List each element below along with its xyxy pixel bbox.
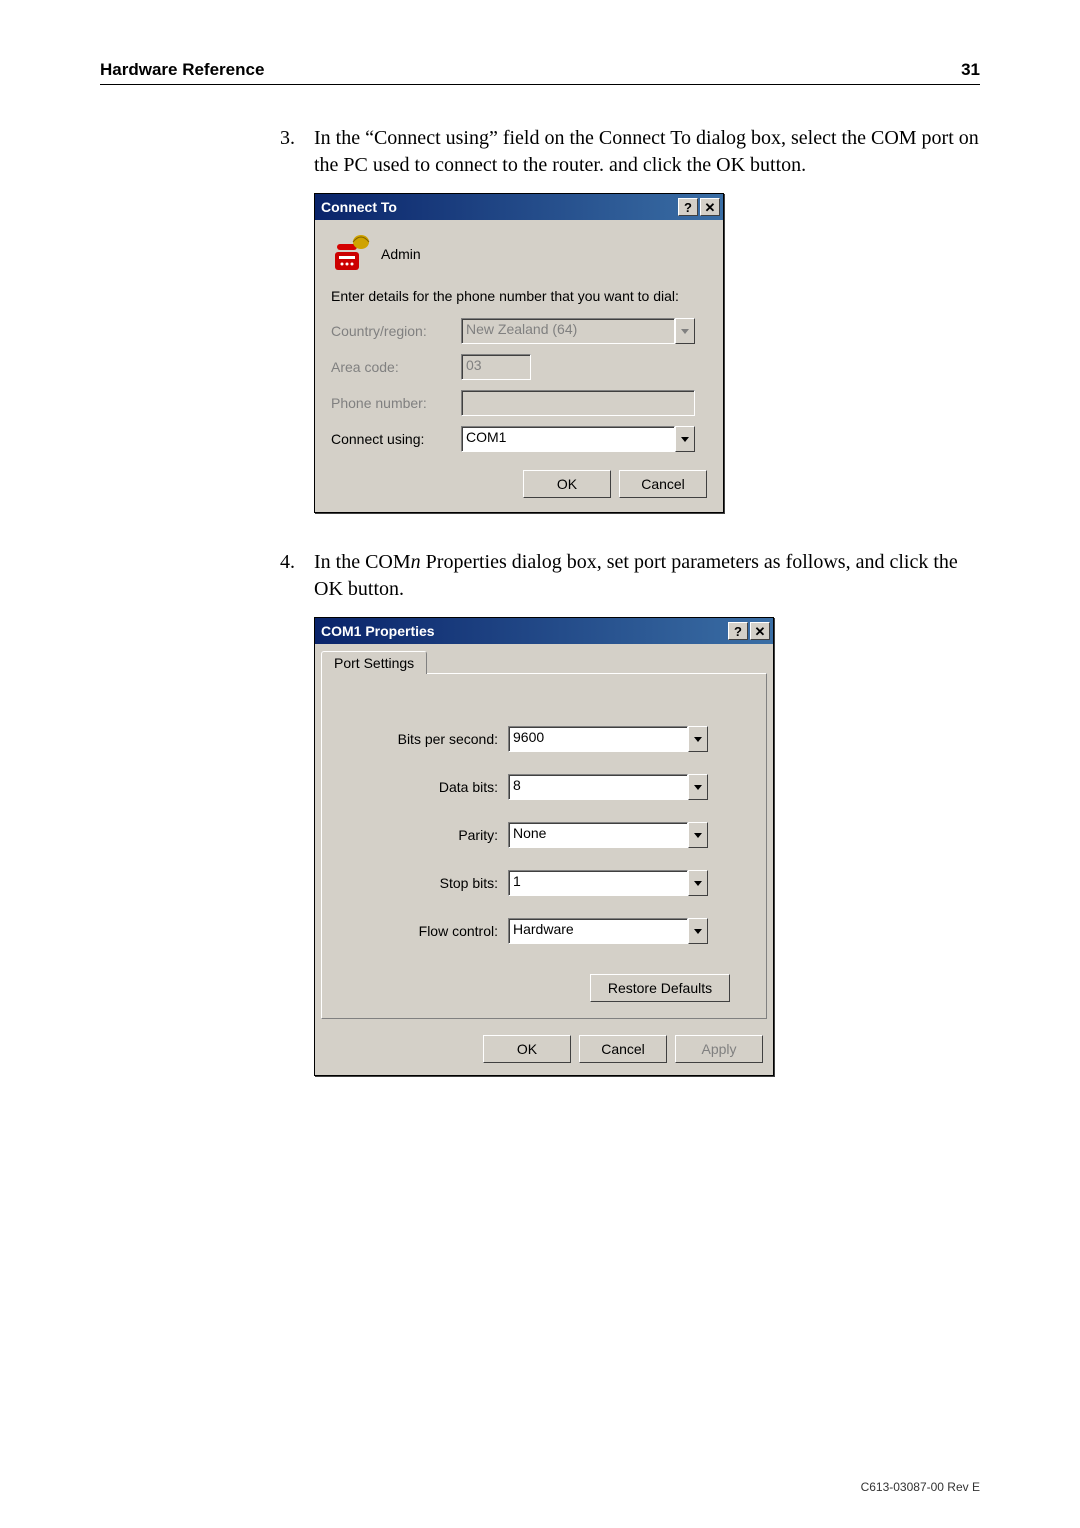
flow-control-select[interactable]: Hardware (508, 918, 688, 944)
dialog-title: COM1 Properties (321, 623, 726, 639)
chevron-down-icon (675, 318, 695, 344)
dialog-titlebar: COM1 Properties ? ✕ (315, 618, 773, 644)
list-item: 4. In the COMn Properties dialog box, se… (280, 549, 980, 603)
chevron-down-icon[interactable] (688, 726, 708, 752)
header-title: Hardware Reference (100, 60, 264, 80)
connect-using-select[interactable]: COM1 (461, 426, 675, 452)
area-code-label: Area code: (331, 359, 461, 375)
bits-per-second-label: Bits per second: (358, 731, 498, 747)
page-header: Hardware Reference 31 (100, 60, 980, 85)
country-region-label: Country/region: (331, 323, 461, 339)
connection-icon (331, 234, 371, 274)
cancel-button[interactable]: Cancel (619, 470, 707, 498)
chevron-down-icon[interactable] (688, 870, 708, 896)
ok-button[interactable]: OK (523, 470, 611, 498)
data-bits-label: Data bits: (358, 779, 498, 795)
connect-to-dialog: Connect To ? ✕ (314, 193, 724, 513)
list-item: 3. In the “Connect using” field on the C… (280, 125, 980, 179)
ok-button[interactable]: OK (483, 1035, 571, 1063)
apply-button: Apply (675, 1035, 763, 1063)
step-text: In the “Connect using” field on the Conn… (314, 125, 980, 179)
chevron-down-icon[interactable] (675, 426, 695, 452)
connection-name: Admin (381, 246, 421, 262)
chevron-down-icon[interactable] (688, 774, 708, 800)
step-number: 3. (280, 125, 314, 179)
page-number: 31 (961, 60, 980, 80)
data-bits-select[interactable]: 8 (508, 774, 688, 800)
close-icon[interactable]: ✕ (750, 622, 770, 640)
close-icon[interactable]: ✕ (700, 198, 720, 216)
document-footer: C613-03087-00 Rev E (861, 1480, 980, 1494)
connect-using-label: Connect using: (331, 431, 461, 447)
dialog-title: Connect To (321, 199, 676, 215)
restore-defaults-button[interactable]: Restore Defaults (590, 974, 730, 1002)
com-properties-dialog: COM1 Properties ? ✕ Port Settings Bits p… (314, 617, 774, 1076)
phone-number-label: Phone number: (331, 395, 461, 411)
tab-port-settings[interactable]: Port Settings (321, 651, 427, 674)
cancel-button[interactable]: Cancel (579, 1035, 667, 1063)
step-text: In the COMn Properties dialog box, set p… (314, 549, 980, 603)
bits-per-second-select[interactable]: 9600 (508, 726, 688, 752)
stop-bits-label: Stop bits: (358, 875, 498, 891)
chevron-down-icon[interactable] (688, 822, 708, 848)
country-region-value: New Zealand (64) (461, 318, 675, 344)
chevron-down-icon[interactable] (688, 918, 708, 944)
help-icon[interactable]: ? (678, 198, 698, 216)
dialog-titlebar: Connect To ? ✕ (315, 194, 723, 220)
stop-bits-select[interactable]: 1 (508, 870, 688, 896)
step-number: 4. (280, 549, 314, 603)
area-code-input: 03 (461, 354, 531, 380)
flow-control-label: Flow control: (358, 923, 498, 939)
parity-label: Parity: (358, 827, 498, 843)
parity-select[interactable]: None (508, 822, 688, 848)
help-icon[interactable]: ? (728, 622, 748, 640)
phone-number-input (461, 390, 695, 416)
dialog-instruction: Enter details for the phone number that … (331, 288, 707, 304)
